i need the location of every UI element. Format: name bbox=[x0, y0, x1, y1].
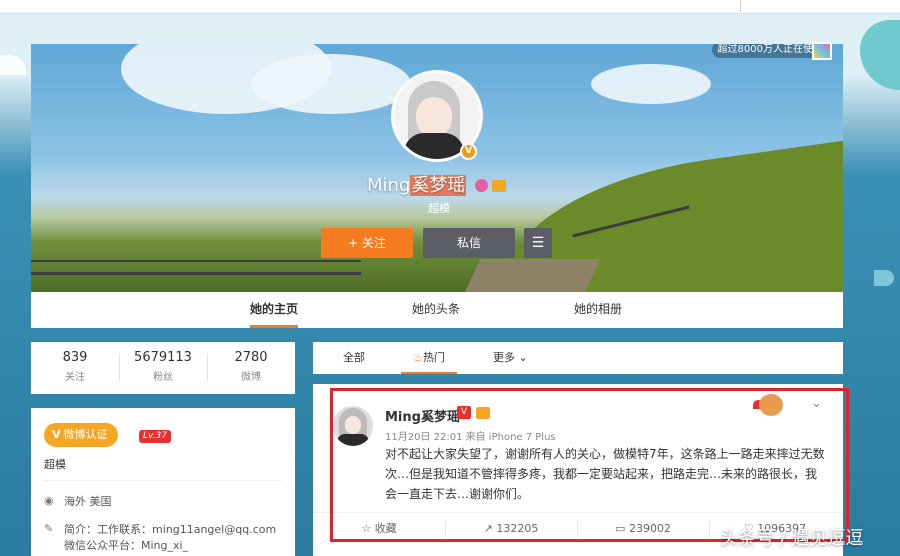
cover-cloud bbox=[251, 54, 411, 114]
decorative-fish bbox=[874, 270, 894, 286]
fire-icon: ♨ bbox=[413, 351, 423, 364]
feed-tab-more[interactable]: 更多 ⌄ bbox=[493, 342, 528, 374]
cover-fence bbox=[31, 260, 361, 262]
member-icon[interactable] bbox=[475, 179, 488, 192]
location-icon: ◉ bbox=[44, 494, 54, 507]
comment-count: 239002 bbox=[628, 522, 671, 535]
verify-badge[interactable]: V 微博认证 bbox=[44, 423, 118, 447]
stat-label: 粉丝 bbox=[153, 372, 173, 383]
post-crown-icon bbox=[476, 407, 490, 419]
feed-tab-hot-label: 热门 bbox=[422, 351, 445, 364]
cover-fence bbox=[31, 272, 361, 275]
post-avatar[interactable] bbox=[333, 406, 373, 446]
avatar-body bbox=[404, 133, 464, 159]
crown-icon[interactable] bbox=[492, 179, 506, 192]
tab-articles[interactable]: 她的头条 bbox=[412, 292, 460, 328]
feed-tab-all[interactable]: 全部 bbox=[343, 342, 365, 374]
verify-label: 微博认证 bbox=[63, 428, 108, 441]
profile-name-icons bbox=[475, 178, 506, 192]
post-menu-chevron-icon[interactable]: ⌄ bbox=[811, 396, 822, 411]
app-icon[interactable] bbox=[812, 42, 832, 60]
stat-number: 839 bbox=[62, 350, 88, 365]
profile-tabs: 她的主页 她的头条 她的相册 bbox=[31, 292, 843, 328]
message-button[interactable]: 私信 bbox=[423, 228, 515, 258]
stat-followers[interactable]: 5679113 粉丝 bbox=[119, 350, 207, 383]
verify-v-icon: V bbox=[52, 428, 61, 441]
profile-name-highlight: 奚梦瑶 bbox=[410, 175, 467, 196]
follow-button[interactable]: + 关注 bbox=[321, 228, 413, 258]
bio-text: 简介：工作联系：ming11angel@qq.com 微信公众平台：Ming_x… bbox=[64, 523, 277, 552]
feed-tab-hot[interactable]: ♨热门 bbox=[401, 342, 457, 374]
profile-cover: 超过8000万人正在使用 V Ming奚梦瑶 超模 + 关注 私信 ☰ bbox=[31, 44, 843, 292]
post-meta[interactable]: 11月20日 22:01 来自 iPhone 7 Plus bbox=[385, 428, 556, 443]
edit-icon: ✎ bbox=[44, 522, 54, 535]
post-avatar-body bbox=[337, 434, 369, 446]
post-avatar-face bbox=[345, 416, 361, 434]
tab-home[interactable]: 她的主页 bbox=[250, 292, 299, 328]
repost-count: 132205 bbox=[496, 522, 539, 535]
info-divider bbox=[44, 480, 282, 481]
star-icon: ☆ bbox=[361, 522, 372, 535]
favorite-button[interactable]: ☆ 收藏 bbox=[313, 513, 445, 545]
repost-icon: ↗ bbox=[483, 522, 493, 535]
comment-icon: ▭ bbox=[615, 522, 626, 535]
stat-number: 5679113 bbox=[134, 350, 192, 365]
profile-subtitle: 超模 bbox=[428, 202, 450, 215]
verified-badge-icon: V bbox=[460, 143, 477, 160]
feed-tabs: 全部 ♨热门 更多 ⌄ bbox=[313, 342, 843, 374]
repost-button[interactable]: ↗ 132205 bbox=[445, 513, 577, 545]
post-author[interactable]: Ming奚梦瑶 bbox=[385, 406, 460, 425]
level-badge[interactable]: Lv.37 bbox=[139, 430, 171, 443]
tab-album[interactable]: 她的相册 bbox=[574, 292, 622, 328]
comment-button[interactable]: ▭ 239002 bbox=[577, 513, 709, 545]
info-location: ◉ 海外 美国 bbox=[44, 494, 112, 508]
post-body: 对不起让大家失望了，谢谢所有人的关心，做模特7年，这条路上一路走来摔过无数次…但… bbox=[385, 447, 825, 501]
info-bio: ✎ 简介：工作联系：ming11angel@qq.com 微信公众平台：Ming_… bbox=[44, 522, 276, 552]
profile-name-prefix: Ming bbox=[367, 175, 411, 196]
more-menu-button[interactable]: ☰ bbox=[524, 228, 552, 258]
stat-number: 2780 bbox=[234, 350, 268, 365]
avatar-face bbox=[416, 97, 452, 137]
stats-panel: 839 关注 5679113 粉丝 2780 微博 bbox=[31, 342, 295, 394]
cover-cloud bbox=[591, 64, 711, 104]
stat-posts[interactable]: 2780 微博 bbox=[207, 350, 295, 383]
profile-name: Ming奚梦瑶 bbox=[367, 171, 467, 197]
post-verified-icon: V bbox=[457, 406, 471, 419]
favorite-label: 收藏 bbox=[374, 522, 397, 535]
bear-sticker-icon bbox=[759, 394, 783, 416]
stat-label: 微博 bbox=[241, 372, 261, 383]
location-text: 海外 美国 bbox=[64, 495, 112, 508]
top-bar bbox=[0, 0, 900, 14]
top-bar-divider bbox=[740, 0, 741, 12]
watermark: 头条号 / 遇见逗逗 bbox=[720, 528, 864, 549]
info-title: 超模 bbox=[44, 458, 66, 471]
cover-path bbox=[461, 259, 601, 292]
stat-label: 关注 bbox=[65, 372, 85, 383]
stat-following[interactable]: 839 关注 bbox=[31, 350, 119, 383]
info-panel: V 微博认证 Lv.37 超模 ◉ 海外 美国 ✎ 简介：工作联系：ming11ang… bbox=[31, 408, 295, 556]
